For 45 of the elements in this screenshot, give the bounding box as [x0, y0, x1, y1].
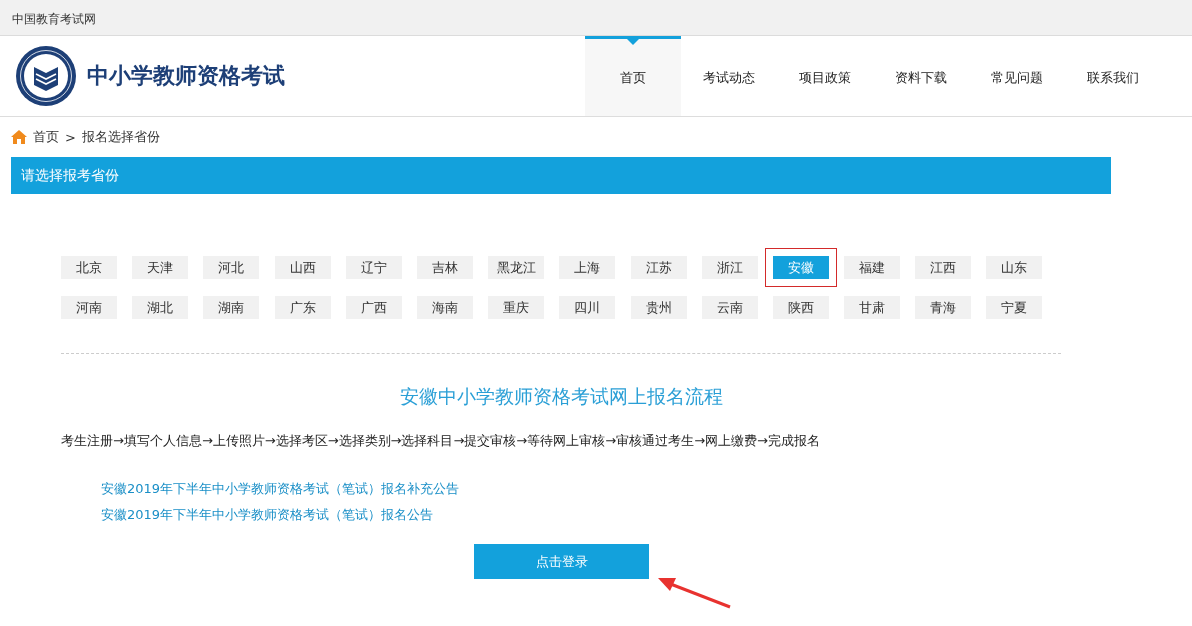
province-button[interactable]: 陕西 — [772, 296, 829, 319]
logo-icon — [15, 45, 77, 107]
notice-link[interactable]: 安徽2019年下半年中小学教师资格考试（笔试）报名补充公告 — [101, 480, 460, 498]
nav-tab[interactable]: 考试动态 — [681, 36, 777, 116]
province-button[interactable]: 北京 — [61, 256, 117, 279]
breadcrumb-home-link[interactable]: 首页 — [33, 128, 59, 146]
province-button[interactable]: 福建 — [844, 256, 901, 279]
province-button[interactable]: 四川 — [559, 296, 616, 319]
home-icon — [11, 130, 27, 144]
province-button[interactable]: 宁夏 — [986, 296, 1043, 319]
process-title: 安徽中小学教师资格考试网上报名流程 — [398, 384, 724, 409]
province-button[interactable]: 山东 — [986, 256, 1043, 279]
nav-tab[interactable]: 常见问题 — [969, 36, 1065, 116]
province-button[interactable]: 江西 — [915, 256, 972, 279]
province-button[interactable]: 广东 — [274, 296, 331, 319]
section-title: 请选择报考省份 — [21, 166, 119, 185]
province-button[interactable]: 黑龙江 — [488, 256, 545, 279]
province-button[interactable]: 湖南 — [203, 296, 260, 319]
process-steps: 考生注册→填写个人信息→上传照片→选择考区→选择类别→选择科目→提交审核→等待网上审核→审核通过考生→网上缴费→完成报名 — [61, 432, 1111, 450]
province-button[interactable]: 上海 — [559, 256, 616, 279]
province-button[interactable]: 广西 — [345, 296, 402, 319]
notice-link[interactable]: 安徽2019年下半年中小学教师资格考试（笔试）报名公告 — [101, 506, 434, 524]
breadcrumb-current: 报名选择省份 — [81, 128, 160, 146]
province-button[interactable]: 吉林 — [416, 256, 473, 279]
nav-tab[interactable]: 联系我们 — [1065, 36, 1161, 116]
breadcrumb-separator: > — [65, 129, 76, 145]
province-button[interactable]: 甘肃 — [844, 296, 901, 319]
site-name: 中国教育考试网 — [11, 11, 96, 28]
site-title: 中小学教师资格考试 — [87, 62, 285, 90]
nav-tab[interactable]: 资料下载 — [873, 36, 969, 116]
province-button[interactable]: 重庆 — [488, 296, 545, 319]
province-button[interactable]: 青海 — [915, 296, 972, 319]
province-button[interactable]: 浙江 — [701, 256, 758, 279]
province-button[interactable]: 辽宁 — [345, 256, 402, 279]
province-button[interactable]: 海南 — [416, 296, 473, 319]
province-button[interactable]: 云南 — [701, 296, 758, 319]
province-button[interactable]: 河南 — [61, 296, 117, 319]
province-button[interactable]: 江苏 — [630, 256, 687, 279]
province-button[interactable]: 天津 — [132, 256, 189, 279]
province-button[interactable]: 山西 — [274, 256, 331, 279]
nav-tab[interactable]: 首页 — [585, 36, 681, 116]
province-button[interactable]: 贵州 — [630, 296, 687, 319]
nav-tab[interactable]: 项目政策 — [777, 36, 873, 116]
province-button[interactable]: 湖北 — [132, 296, 189, 319]
province-button[interactable]: 河北 — [203, 256, 260, 279]
